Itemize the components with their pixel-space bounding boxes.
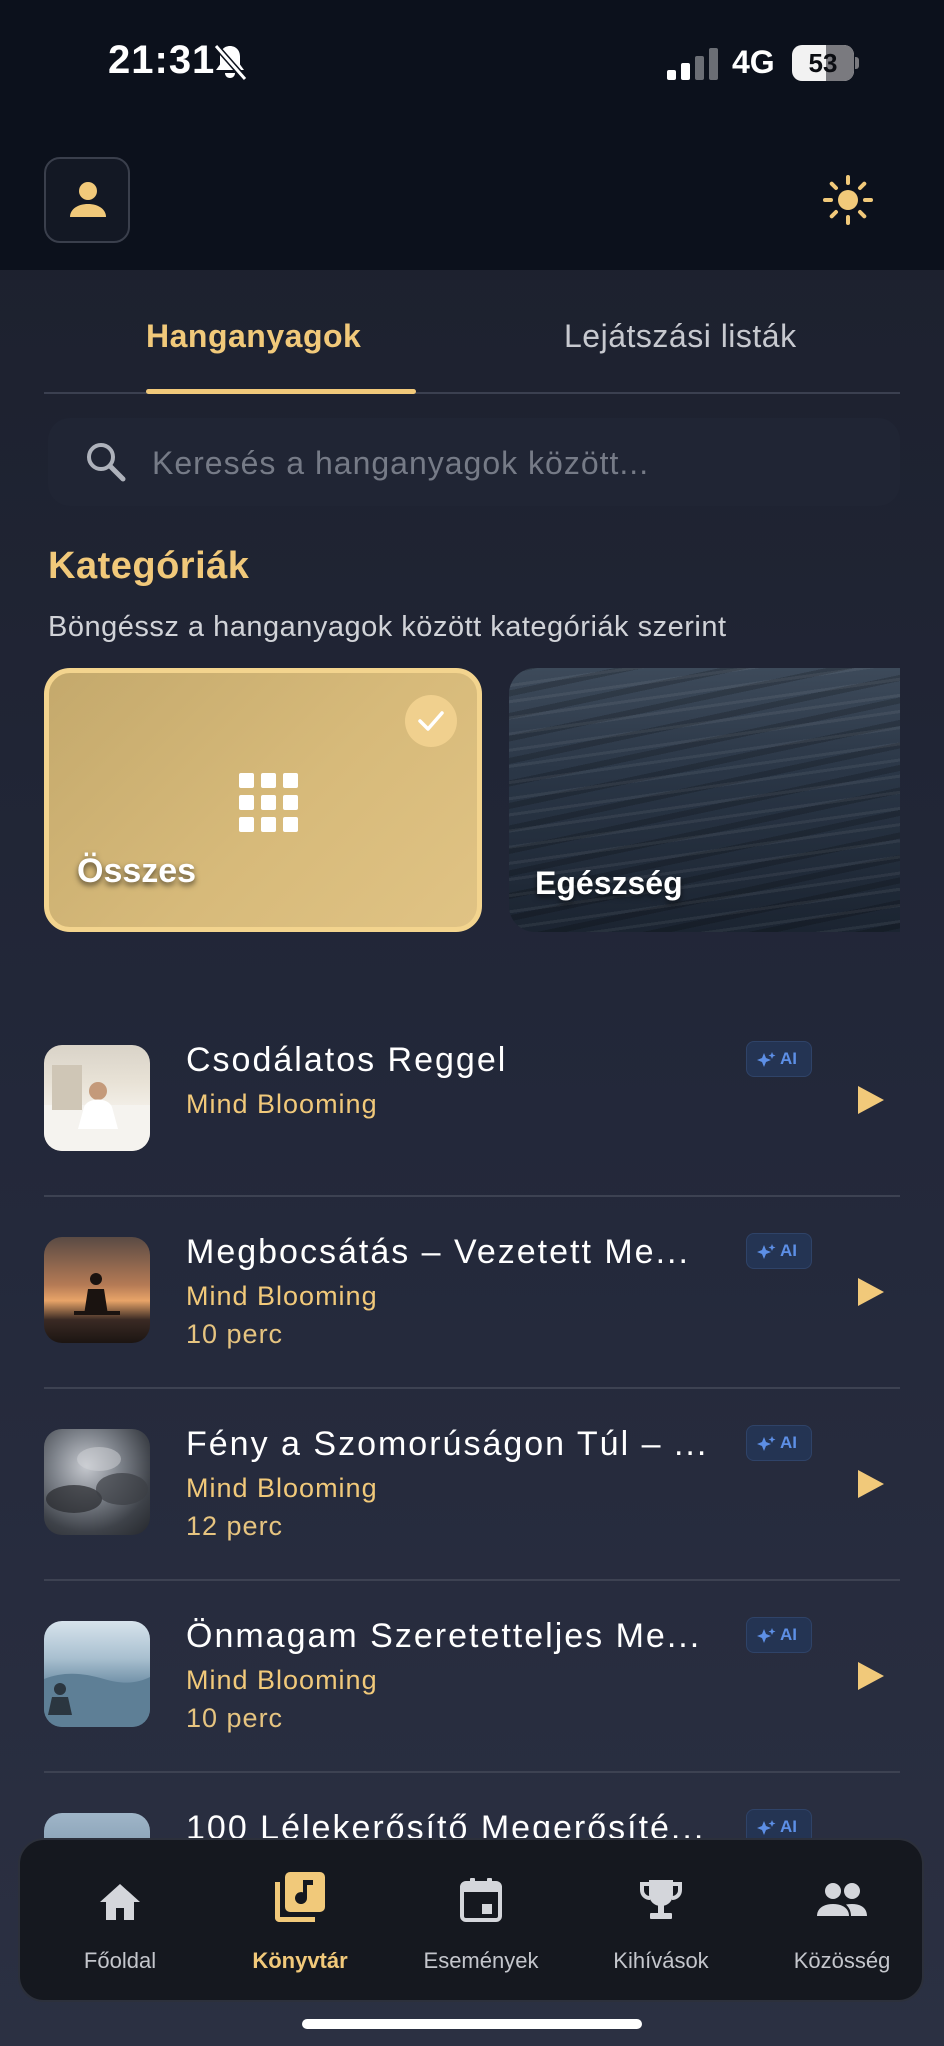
track-item[interactable]: Megbocsátás – Vezetett Me... Mind Bloomi… (44, 1197, 900, 1389)
nav-label: Könyvtár (252, 1948, 348, 1973)
track-title: Megbocsátás – Vezetett Me... (186, 1233, 690, 1271)
categories-title: Kategóriák (48, 545, 250, 587)
track-duration: 10 perc (186, 1319, 284, 1349)
battery-percent: 53 (808, 48, 838, 78)
category-card-egeszseg[interactable]: Egészség (509, 668, 900, 932)
track-list: Csodálatos Reggel Mind Blooming AI Megbo… (44, 1005, 900, 1963)
calendar-icon (460, 1878, 502, 1922)
play-icon[interactable] (852, 1275, 886, 1309)
battery-icon: 53 (792, 45, 859, 81)
nav-item-esemenyek[interactable]: Események (391, 1840, 571, 2000)
grid-icon (239, 773, 299, 833)
cellular-signal-icon (667, 48, 718, 80)
ai-badge: AI (746, 1233, 812, 1269)
nav-item-konyvtar[interactable]: Könyvtár (210, 1840, 390, 2000)
nav-label: Közösség (793, 1948, 891, 1973)
people-icon (817, 1883, 867, 1916)
home-icon (100, 1884, 140, 1920)
track-title: Csodálatos Reggel (186, 1041, 508, 1079)
nav-item-fooldal[interactable]: Főoldal (30, 1840, 210, 2000)
track-title: Fény a Szomorúságon Túl – ... (186, 1425, 709, 1463)
track-thumbnail (44, 1621, 150, 1727)
track-thumbnail (44, 1429, 150, 1535)
sparkle-icon (757, 1052, 776, 1067)
track-title: Önmagam Szeretetteljes Me... (186, 1617, 702, 1655)
network-type: 4G (732, 44, 775, 80)
track-duration: 12 perc (186, 1511, 284, 1541)
category-label: Összes (77, 852, 197, 890)
nav-item-kihivasok[interactable]: Kihívások (571, 1840, 751, 2000)
nav-label: Események (423, 1948, 539, 1973)
track-author: Mind Blooming (186, 1473, 378, 1503)
app-screen: 21:31 4G 53 Hanganyagok Lejátszási listá… (0, 0, 944, 2046)
search-bar[interactable] (48, 418, 900, 508)
search-icon (87, 443, 126, 482)
ai-badge-label: AI (780, 1241, 797, 1260)
ai-badge-label: AI (780, 1625, 797, 1644)
sun-icon[interactable] (822, 174, 874, 226)
ai-badge: AI (746, 1041, 812, 1077)
tab-lejatszasi-listak[interactable]: Lejátszási listák (564, 318, 797, 355)
status-bar: 21:31 4G 53 (0, 0, 944, 130)
play-icon[interactable] (852, 1083, 886, 1117)
track-item[interactable]: Önmagam Szeretetteljes Me... Mind Bloomi… (44, 1581, 900, 1773)
play-icon[interactable] (852, 1659, 886, 1693)
nav-label: Kihívások (613, 1948, 709, 1973)
category-carousel[interactable]: Összes Egészség (44, 668, 900, 932)
track-thumbnail (44, 1237, 150, 1343)
tab-hanganyagok[interactable]: Hanganyagok (146, 318, 361, 355)
nav-label: Főoldal (83, 1948, 157, 1973)
trophy-icon (640, 1880, 682, 1919)
person-icon (70, 182, 106, 217)
sparkle-icon (757, 1628, 776, 1643)
ai-badge: AI (746, 1425, 812, 1461)
ai-badge: AI (746, 1617, 812, 1653)
track-author: Mind Blooming (186, 1665, 378, 1695)
selected-check-icon (405, 695, 457, 747)
bottom-nav: Főoldal Könyvtár Események Kihívások Köz… (18, 1838, 924, 2002)
status-time: 21:31 (108, 38, 216, 82)
track-item[interactable]: Fény a Szomorúságon Túl – ... Mind Bloom… (44, 1389, 900, 1581)
track-author: Mind Blooming (186, 1281, 378, 1311)
home-indicator (302, 2019, 642, 2029)
content-tabs: Hanganyagok Lejátszási listák (44, 300, 900, 394)
track-thumbnail (44, 1045, 150, 1151)
category-card-osszes[interactable]: Összes (44, 668, 482, 932)
ai-badge-label: AI (780, 1433, 797, 1452)
profile-button[interactable] (44, 157, 130, 243)
bell-muted-icon (213, 44, 248, 81)
library-music-icon (275, 1872, 325, 1922)
sparkle-icon (757, 1436, 776, 1451)
track-author: Mind Blooming (186, 1089, 378, 1119)
category-label: Egészség (535, 865, 683, 901)
active-tab-indicator (146, 389, 416, 394)
sparkle-icon (757, 1244, 776, 1259)
search-input[interactable] (150, 418, 874, 508)
categories-subtitle: Böngéssz a hanganyagok között kategóriák… (48, 611, 727, 643)
play-icon[interactable] (852, 1467, 886, 1501)
track-duration: 10 perc (186, 1703, 284, 1733)
nav-item-kozosseg[interactable]: Közösség (752, 1840, 932, 2000)
track-item[interactable]: Csodálatos Reggel Mind Blooming AI (44, 1005, 900, 1197)
ai-badge-label: AI (780, 1049, 797, 1068)
ai-badge-label: AI (780, 1817, 797, 1836)
sparkle-icon (757, 1820, 776, 1835)
